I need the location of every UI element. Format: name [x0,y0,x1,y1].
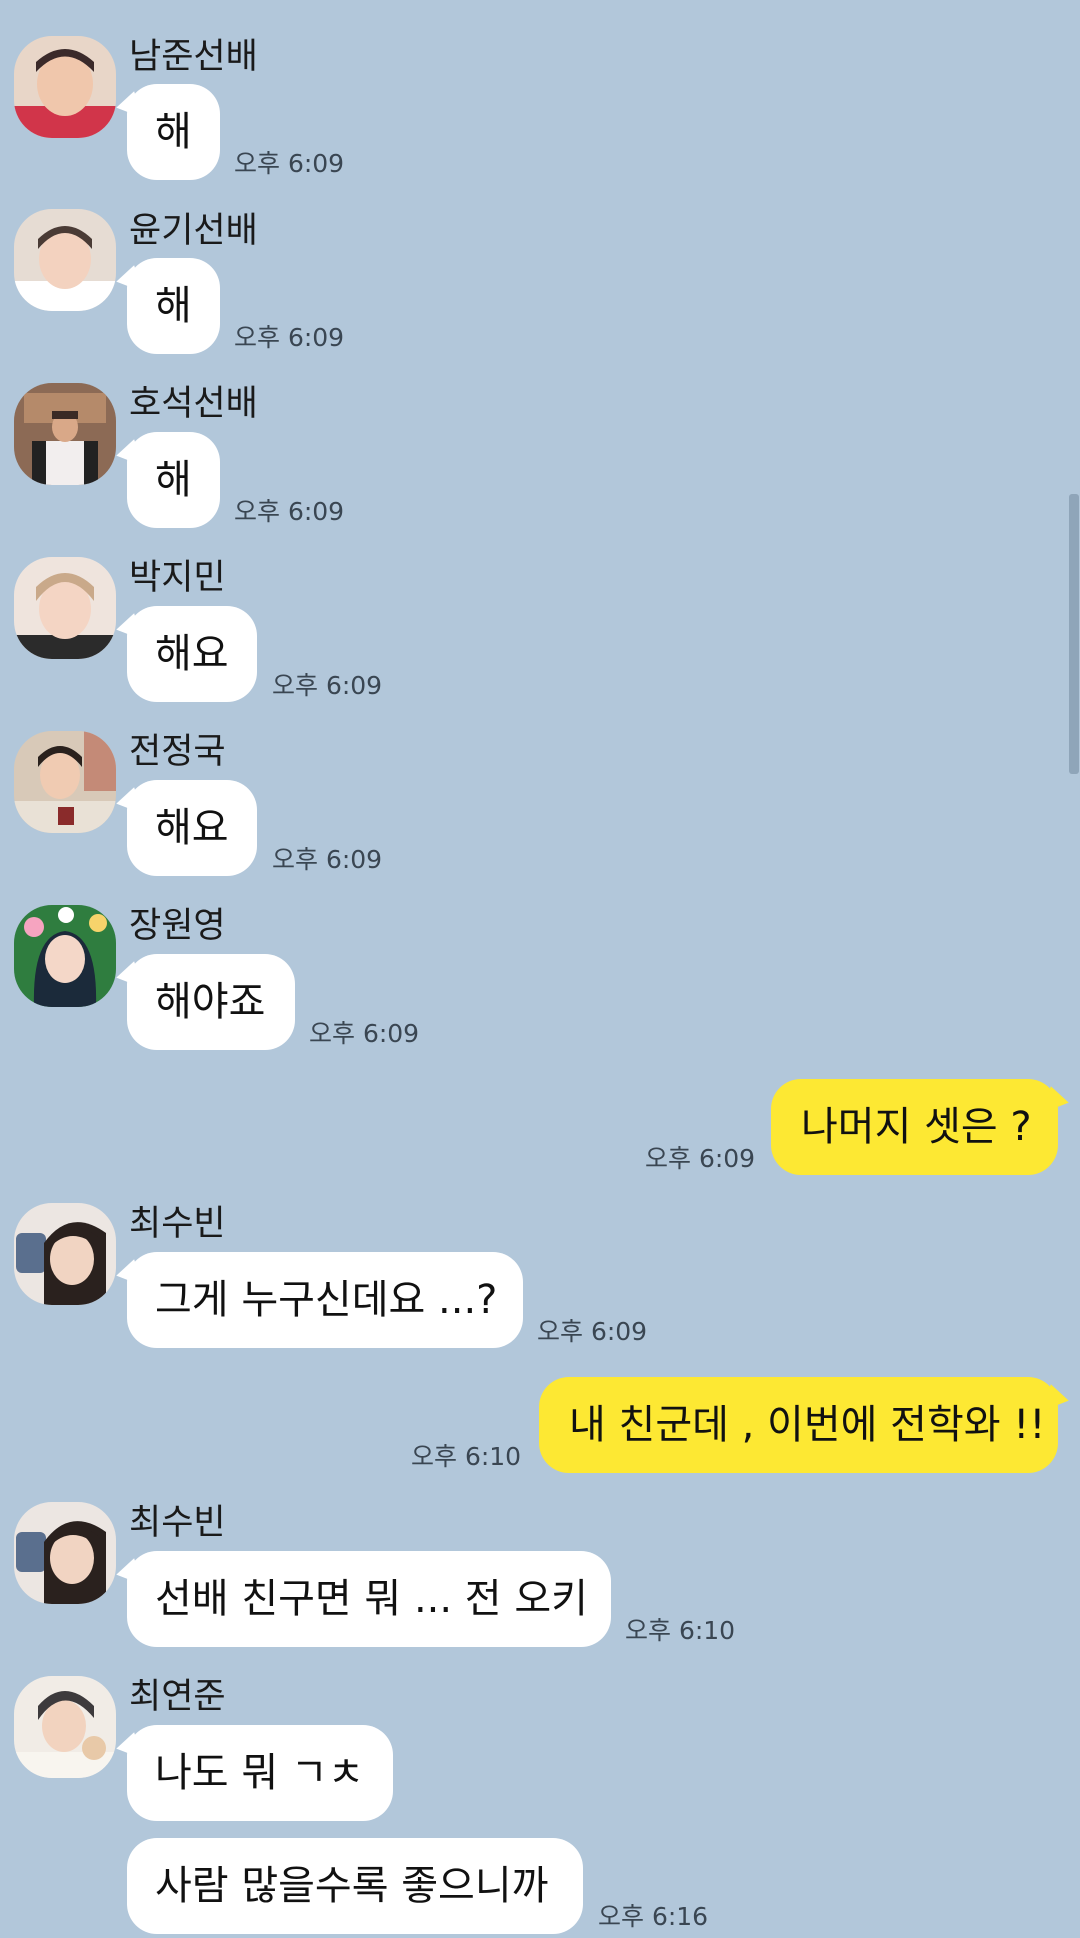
message-time: 오후 6:10 [625,1616,736,1645]
message-text: 그게 누구신데요 ...? [155,1277,498,1323]
bubble-tail [113,961,143,995]
message-bubble[interactable]: 선배 친구면 뭐 ... 전 오키 [113,1551,611,1647]
message-time: 오후 6:09 [234,497,345,526]
sender-name: 최연준 [129,1677,226,1717]
message-text: 해야죠 [155,979,266,1025]
chat-message-list[interactable]: 남준선배 해 오후 6:09 윤기선배 해 오후 6:09 호석선배 해 오후 … [0,0,1080,1938]
sender-name: 남준선배 [129,37,258,77]
bubble-tail [113,265,143,299]
message-text: 해 [155,109,192,155]
message-time: 오후 6:09 [309,1019,420,1048]
message-bubble[interactable]: 그게 누구신데요 ...? [113,1252,523,1348]
bubble-tail [113,439,143,473]
message-text: 선배 친구면 뭐 ... 전 오키 [155,1576,588,1622]
message-time: 오후 6:09 [234,323,345,352]
message-time: 오후 6:09 [645,1144,756,1173]
message-bubble[interactable]: 해 [113,258,220,354]
sender-name: 박지민 [129,558,226,598]
avatar[interactable] [14,557,116,659]
avatar[interactable] [14,1502,116,1604]
bubble-tail [113,91,143,125]
message-time: 오후 6:10 [411,1442,522,1471]
message-text: 해 [155,283,192,329]
message-text: 해 [155,457,192,503]
sender-name: 윤기선배 [129,211,258,251]
avatar[interactable] [14,36,116,138]
message-time: 오후 6:09 [537,1317,648,1346]
sender-name: 전정국 [129,732,226,772]
message-bubble[interactable]: 해 [113,84,220,180]
message-text: 나머지 셋은 ? [801,1104,1032,1150]
bubble-tail [1042,1384,1072,1418]
message-text: 내 친군데 , 이번에 전학와 !! [569,1402,1046,1448]
bubble-tail [113,1259,143,1293]
message-text: 나도 뭐 ㄱㅊ [155,1750,365,1796]
message-text: 해요 [155,631,229,677]
bubble-tail [113,787,143,821]
message-bubble[interactable]: 해야죠 [113,954,295,1050]
message-bubble[interactable]: 해요 [113,606,257,702]
my-message-bubble[interactable]: 나머지 셋은 ? [771,1079,1072,1175]
sender-name: 최수빈 [129,1204,226,1244]
avatar[interactable] [14,905,116,1007]
bubble-tail [113,1558,143,1592]
avatar[interactable] [14,731,116,833]
bubble-tail [1042,1086,1072,1120]
message-time: 오후 6:09 [272,671,383,700]
scrollbar[interactable] [1069,494,1079,774]
avatar[interactable] [14,1203,116,1305]
message-time: 오후 6:09 [234,149,345,178]
sender-name: 장원영 [129,906,226,946]
avatar[interactable] [14,1676,116,1778]
bubble-tail [113,1732,143,1766]
my-message-bubble[interactable]: 내 친군데 , 이번에 전학와 !! [539,1377,1072,1473]
sender-name: 호석선배 [129,384,258,424]
message-bubble[interactable]: 나도 뭐 ㄱㅊ [113,1725,393,1821]
message-time: 오후 6:09 [272,845,383,874]
sender-name: 최수빈 [129,1503,226,1543]
message-bubble[interactable]: 해 [113,432,220,528]
message-bubble[interactable]: 해요 [113,780,257,876]
avatar[interactable] [14,383,116,485]
message-time: 오후 6:16 [598,1902,709,1931]
avatar[interactable] [14,209,116,311]
message-bubble[interactable]: 사람 많을수록 좋으니까 [127,1838,583,1934]
bubble-tail [113,613,143,647]
message-text: 사람 많을수록 좋으니까 [155,1863,549,1909]
message-text: 해요 [155,805,229,851]
